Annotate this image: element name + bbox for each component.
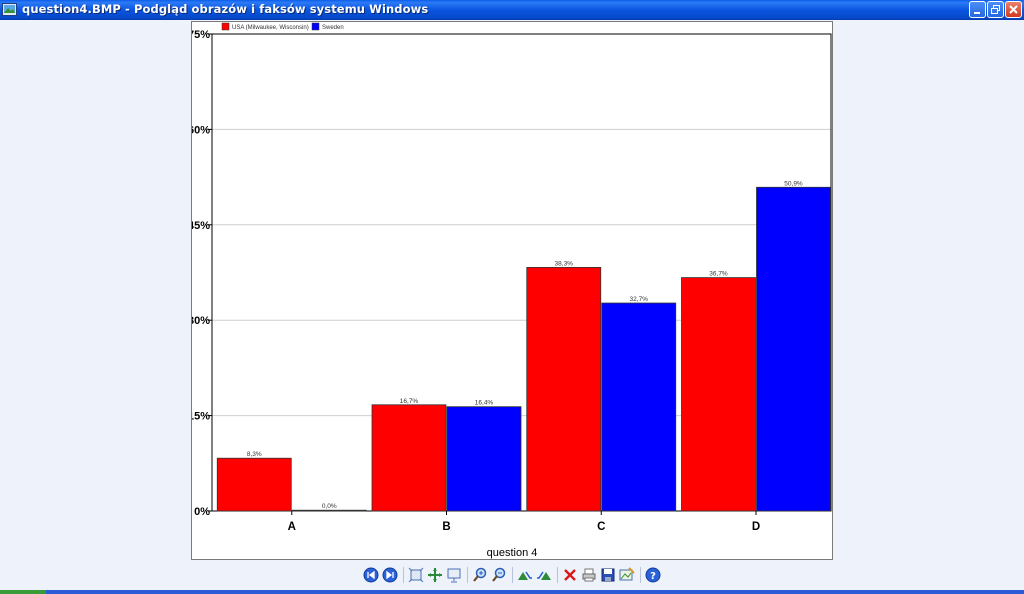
x-tick-label: A [288,521,296,533]
y-tick-label: 60% [192,124,210,136]
legend-swatch [221,22,230,31]
legend-label: USA (Milwaukee, Wisconsin) [232,25,309,31]
y-tick-label: 15% [192,411,210,423]
window-title: question4.BMP - Podgląd obrazów i faksów… [22,2,429,16]
toolbar-separator [467,567,468,583]
data-label: 16,4% [475,400,494,407]
best-fit-icon[interactable] [408,567,424,583]
x-tick-label: C [597,521,605,533]
rotate-cw-icon[interactable] [517,567,533,583]
x-tick-label: D [752,521,760,533]
save-icon[interactable] [600,567,616,583]
zoom-out-icon[interactable] [491,567,507,583]
x-tick-label: B [442,521,450,533]
legend-swatch [311,22,320,31]
bar [756,186,831,512]
close-icon [1009,5,1018,14]
image-canvas[interactable]: 0% 15% 30% 45% 60% 75% 8,3% 0,0% A 16,7% 16,4% B 38,… [191,21,833,560]
restore-icon [991,5,1000,14]
title-bar[interactable]: question4.BMP - Podgląd obrazów i faksów… [0,0,1024,20]
data-label: 38,3% [555,260,574,267]
data-label: 50,9% [784,180,803,187]
close-button[interactable] [1005,1,1022,18]
minimize-icon [974,12,980,14]
data-label: 36,7% [709,271,728,278]
toolbar-separator [640,567,641,583]
minimize-button[interactable] [969,1,986,18]
bar [371,404,447,512]
data-label: 8,3% [247,451,262,458]
data-label: 0,0% [322,503,337,510]
taskbar-edge [0,590,1024,594]
toolbar-separator [512,567,513,583]
data-label: 32,7% [630,296,649,303]
help-icon[interactable]: ? [645,567,661,583]
prev-icon[interactable] [363,567,379,583]
legend-label: Sweden [322,25,344,31]
bar [601,302,677,512]
zoom-in-icon[interactable] [472,567,488,583]
next-icon[interactable] [382,567,398,583]
image-viewer-icon [2,3,17,16]
x-axis-label: question 4 [487,547,538,559]
y-tick-label: 0% [194,506,210,518]
y-tick-label: 30% [192,315,210,327]
bar [681,277,756,512]
toolbar-separator [403,567,404,583]
print-icon[interactable] [581,567,597,583]
restore-button[interactable] [987,1,1004,18]
toolbar-separator [557,567,558,583]
bar [526,267,602,512]
actual-size-icon[interactable] [427,567,443,583]
edit-icon[interactable] [619,567,635,583]
bar-chart: 0% 15% 30% 45% 60% 75% 8,3% 0,0% A 16,7% 16,4% B 38,… [192,22,832,559]
bar [446,406,522,512]
svg-text:?: ? [650,571,656,582]
bar [216,457,292,512]
data-label: 16,7% [400,398,419,405]
rotate-ccw-icon[interactable] [536,567,552,583]
slideshow-icon[interactable] [446,567,462,583]
y-tick-label: 45% [192,220,210,232]
bar [291,509,367,512]
y-tick-label: 75% [192,29,210,41]
delete-icon[interactable] [562,567,578,583]
viewer-toolbar: ? [0,565,1024,587]
